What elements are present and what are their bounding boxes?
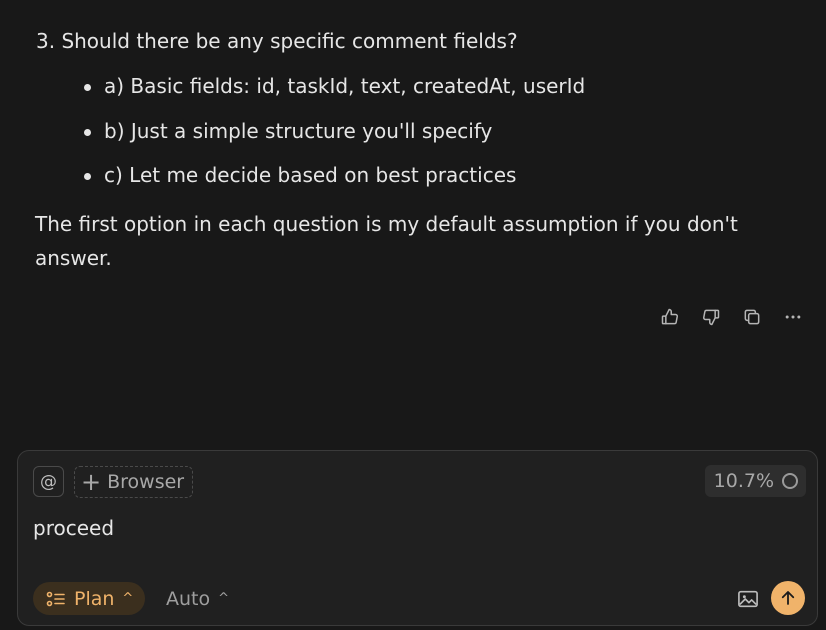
at-icon: @ [40, 471, 57, 492]
thumbs-up-button[interactable] [652, 304, 688, 330]
message-input[interactable]: proceed [33, 514, 114, 542]
send-button[interactable] [771, 581, 805, 615]
browser-label: Browser [107, 471, 185, 493]
chevron-up-icon: ^ [122, 591, 134, 606]
option-item-b: b) Just a simple structure you'll specif… [84, 117, 585, 162]
model-selector-button[interactable]: Auto ^ [166, 582, 229, 615]
copy-icon [744, 309, 760, 325]
image-icon [738, 590, 758, 608]
context-usage-value: 10.7% [713, 470, 774, 492]
option-item-c: c) Let me decide based on best practices [84, 161, 585, 206]
default-assumption-note: The first option in each question is my … [35, 212, 738, 270]
thumbs-down-button[interactable] [693, 304, 729, 330]
attach-image-button[interactable] [737, 588, 759, 610]
option-item-a: a) Basic fields: id, taskId, text, creat… [84, 72, 585, 117]
thumbs-up-icon [661, 308, 678, 325]
mention-button[interactable]: @ [33, 466, 64, 497]
more-options-button[interactable] [775, 304, 811, 330]
more-icon [785, 315, 801, 319]
checklist-icon [46, 591, 65, 606]
model-label: Auto [166, 587, 211, 610]
message-actions [652, 304, 811, 330]
mode-label: Plan [74, 587, 115, 610]
progress-ring-icon [782, 473, 798, 489]
chat-transcript: 3. Should there be any specific comment … [0, 0, 826, 440]
copy-button[interactable] [734, 304, 770, 330]
option-list: a) Basic fields: id, taskId, text, creat… [84, 72, 585, 206]
mode-selector-button[interactable]: Plan ^ [33, 582, 146, 615]
arrow-up-icon [781, 591, 795, 605]
message-composer: @ + Browser 10.7% proceed Plan ^ Auto ^ [17, 450, 818, 626]
plus-icon: + [81, 468, 102, 496]
context-usage-indicator[interactable]: 10.7% [704, 465, 806, 497]
add-browser-context-button[interactable]: + Browser [74, 466, 194, 498]
thumbs-down-icon [703, 309, 720, 326]
chevron-up-icon: ^ [218, 591, 230, 606]
question-text: 3. Should there be any specific comment … [36, 29, 518, 53]
